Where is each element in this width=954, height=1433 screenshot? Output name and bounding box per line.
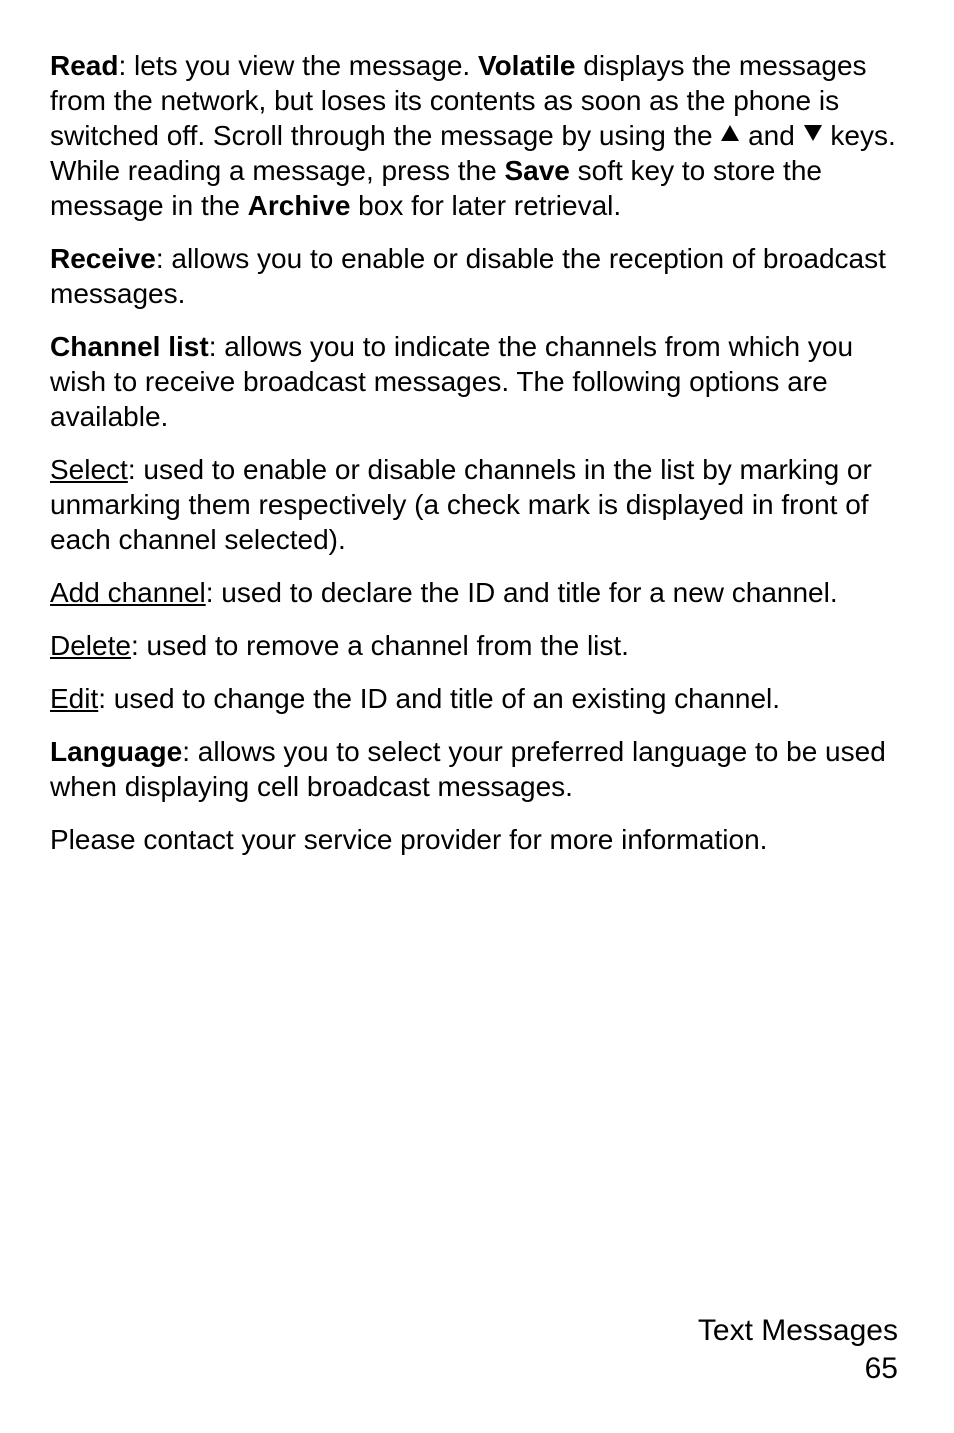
option-add-channel: Add channel (50, 577, 206, 608)
text: : used to remove a channel from the list… (131, 630, 629, 661)
text: : lets you view the message. (118, 50, 478, 81)
text: box for later retrieval. (350, 190, 621, 221)
text: : allows you to enable or disable the re… (50, 243, 886, 309)
term-language: Language (50, 736, 182, 767)
page-footer: Text Messages 65 (698, 1312, 898, 1387)
footer-section-title: Text Messages (698, 1312, 898, 1350)
paragraph-receive: Receive: allows you to enable or disable… (50, 241, 904, 311)
text: Please contact your service provider for… (50, 824, 767, 855)
document-page: Read: lets you view the message. Volatil… (0, 0, 954, 1433)
option-select: Select (50, 454, 128, 485)
term-archive: Archive (248, 190, 351, 221)
paragraph-select: Select: used to enable or disable channe… (50, 452, 904, 557)
paragraph-channel-list: Channel list: allows you to indicate the… (50, 329, 904, 434)
down-arrow-icon (803, 115, 823, 150)
term-channel-list: Channel list (50, 331, 209, 362)
text: and (740, 120, 802, 151)
term-read: Read (50, 50, 118, 81)
paragraph-read: Read: lets you view the message. Volatil… (50, 48, 904, 223)
text: : used to enable or disable channels in … (50, 454, 872, 555)
paragraph-edit: Edit: used to change the ID and title of… (50, 681, 904, 716)
text: : used to declare the ID and title for a… (206, 577, 838, 608)
paragraph-add-channel: Add channel: used to declare the ID and … (50, 575, 904, 610)
term-receive: Receive (50, 243, 156, 274)
term-volatile: Volatile (478, 50, 576, 81)
paragraph-delete: Delete: used to remove a channel from th… (50, 628, 904, 663)
option-edit: Edit (50, 683, 98, 714)
up-arrow-icon (720, 115, 740, 150)
paragraph-language: Language: allows you to select your pref… (50, 734, 904, 804)
paragraph-contact: Please contact your service provider for… (50, 822, 904, 857)
option-delete: Delete (50, 630, 131, 661)
term-save: Save (504, 155, 569, 186)
footer-page-number: 65 (698, 1350, 898, 1388)
text: : used to change the ID and title of an … (98, 683, 780, 714)
